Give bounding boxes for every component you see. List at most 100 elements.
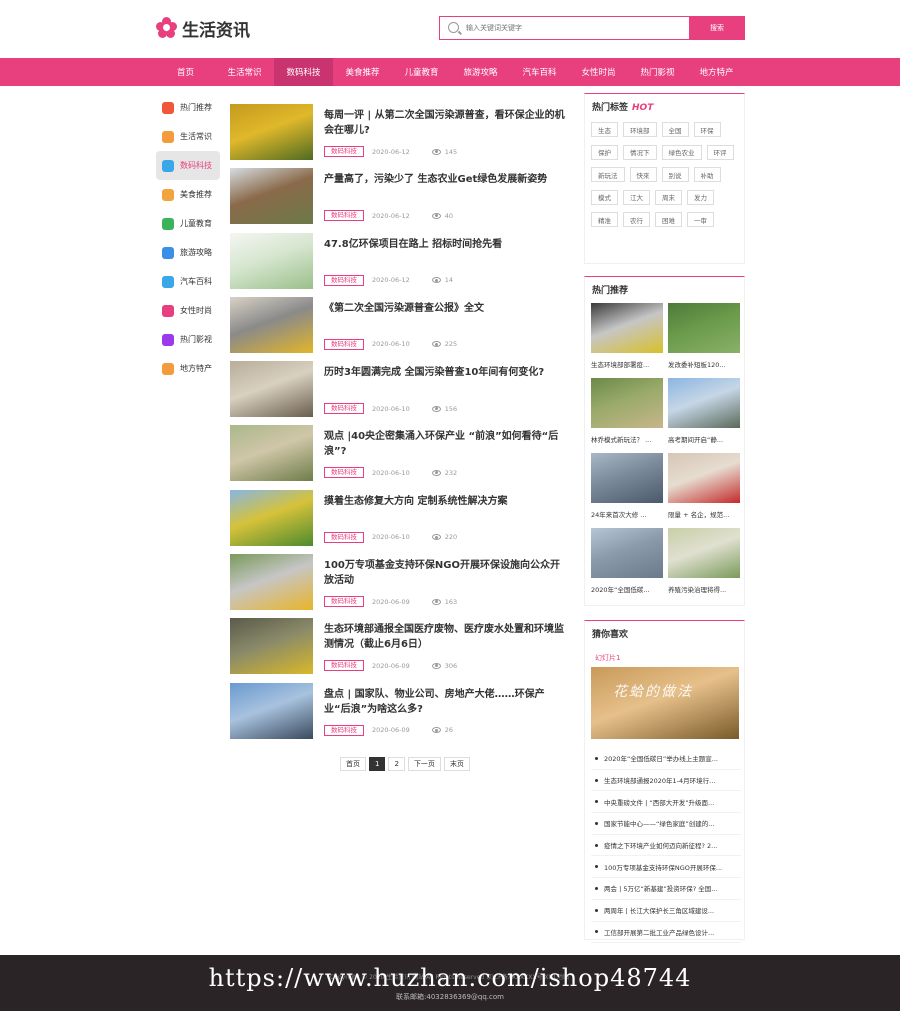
article-tag[interactable]: 数码科技 — [324, 596, 364, 608]
article-title[interactable]: 生态环境部通报全国医疗废物、医疗废水处置和环境监测情况（截止6月6日） — [324, 622, 568, 652]
sidebar-item-4[interactable]: 儿童教育 — [156, 209, 220, 238]
hot-recommend-item[interactable]: 限量 + 名企，规范... — [668, 453, 740, 528]
sidebar-item-1[interactable]: 生活常识 — [156, 122, 220, 151]
sidebar-item-5[interactable]: 旅游攻略 — [156, 238, 220, 267]
article-thumbnail[interactable] — [230, 425, 313, 482]
hot-recommend-item[interactable]: 24年来首次大修 ... — [591, 453, 663, 528]
guess-list-item[interactable]: 疫情之下环境产业如何迈向新征程? 2... — [591, 835, 741, 857]
tag-button[interactable]: 绿色农业 — [661, 144, 702, 160]
article-title[interactable]: 47.8亿环保项目在路上 招标时间抢先看 — [324, 237, 568, 252]
hot-recommend-caption[interactable]: 限量 + 名企，规范... — [668, 509, 740, 519]
search-input[interactable] — [466, 20, 686, 36]
page-2-button[interactable]: 2 — [388, 757, 405, 771]
slide-image[interactable]: 花蛤的做法 — [591, 667, 739, 739]
article-tag[interactable]: 数码科技 — [324, 274, 364, 286]
article-tag[interactable]: 数码科技 — [324, 724, 364, 736]
hot-recommend-thumbnail[interactable] — [668, 303, 740, 353]
tag-button[interactable]: 生态 — [591, 122, 618, 137]
hot-recommend-thumbnail[interactable] — [591, 303, 663, 353]
article-item[interactable]: 观点 |40央企密集涌入环保产业 “前浪”如何看待“后浪”? 数码科技 2020-0… — [230, 425, 570, 489]
article-thumbnail[interactable] — [230, 618, 313, 675]
article-item[interactable]: 100万专项基金支持环保NGO开展环保设施向公众开放活动 数码科技 2020-06-… — [230, 554, 570, 618]
guess-list-item[interactable]: 100万专项基金支持环保NGO开展环保... — [591, 856, 741, 879]
nav-item-0[interactable]: 首页 — [156, 58, 215, 86]
tag-button[interactable]: 江大 — [623, 189, 650, 205]
tag-button[interactable]: 快來 — [629, 167, 657, 182]
article-thumbnail[interactable] — [230, 489, 313, 546]
article-thumbnail[interactable] — [230, 168, 313, 225]
nav-item-1[interactable]: 生活常识 — [215, 58, 274, 86]
article-thumbnail[interactable] — [230, 232, 313, 289]
nav-item-8[interactable]: 热门影视 — [628, 58, 687, 86]
article-title[interactable]: 摸着生态修复大方向 定制系统性解决方案 — [324, 494, 568, 509]
tag-button[interactable]: 环保 — [693, 122, 721, 137]
next-page-button[interactable]: 下一页 — [407, 757, 441, 771]
article-tag[interactable]: 数码科技 — [324, 146, 364, 157]
hot-recommend-item[interactable]: 养殖污染治理将得... — [668, 528, 740, 603]
tag-button[interactable]: 一审 — [687, 212, 714, 227]
hot-recommend-thumbnail[interactable] — [668, 378, 740, 428]
hot-recommend-caption[interactable]: 高考期间开启“静... — [668, 434, 740, 444]
sidebar-item-7[interactable]: 女性时尚 — [156, 296, 220, 325]
page-1-button[interactable]: 1 — [369, 757, 386, 771]
site-logo[interactable]: 生活资讯 — [156, 14, 250, 42]
tag-button[interactable]: 环评 — [706, 144, 734, 160]
article-item[interactable]: 47.8亿环保项目在路上 招标时间抢先看 数码科技 2020-06-12 14 — [230, 232, 570, 297]
guess-list-item[interactable]: 两会 | 5万亿“新基建”投资环保? 全国... — [591, 878, 741, 900]
tag-button[interactable]: 情况下 — [623, 144, 657, 160]
hot-recommend-caption[interactable]: 养殖污染治理将得... — [668, 584, 740, 594]
sidebar-item-9[interactable]: 地方特产 — [156, 354, 220, 383]
hot-recommend-thumbnail[interactable] — [591, 528, 663, 578]
hot-recommend-item[interactable]: 生态环境部部署疫... — [591, 303, 663, 378]
article-title[interactable]: 观点 |40央企密集涌入环保产业 “前浪”如何看待“后浪”? — [324, 429, 568, 459]
article-thumbnail[interactable] — [230, 361, 313, 418]
article-item[interactable]: 盘点 | 国家队、物业公司、房地产大佬……环保产业“后浪”为啥这么多? 数码科技 2… — [230, 682, 570, 747]
tag-button[interactable]: 保护 — [591, 144, 618, 160]
hot-recommend-thumbnail[interactable] — [591, 453, 663, 503]
hot-recommend-caption[interactable]: 2020年“全国低碳... — [591, 584, 663, 594]
nav-item-2[interactable]: 数码科技 — [274, 58, 333, 86]
article-item[interactable]: 摸着生态修复大方向 定制系统性解决方案 数码科技 2020-06-10 220 — [230, 489, 570, 554]
tag-button[interactable]: 别说 — [661, 167, 689, 182]
nav-item-4[interactable]: 儿童教育 — [392, 58, 451, 86]
hot-recommend-caption[interactable]: 发改委补短板120... — [668, 359, 740, 369]
article-item[interactable]: 历时3年圆满完成 全国污染普查10年间有何变化? 数码科技 2020-06-10 15… — [230, 361, 570, 425]
tag-button[interactable]: 全国 — [661, 122, 689, 137]
article-title[interactable]: 盘点 | 国家队、物业公司、房地产大佬……环保产业“后浪”为啥这么多? — [324, 687, 568, 717]
nav-item-7[interactable]: 女性时尚 — [569, 58, 628, 86]
last-page-button[interactable]: 末页 — [443, 757, 470, 771]
hot-recommend-item[interactable]: 高考期间开启“静... — [668, 378, 740, 453]
hot-recommend-item[interactable]: 林乔模式新玩法？ ... — [591, 378, 663, 453]
guess-list-item[interactable]: 2020年“全国低碳日”举办线上主题宣... — [591, 748, 741, 770]
article-title[interactable]: 《第二次全国污染源普查公报》全文 — [324, 301, 568, 316]
article-tag[interactable]: 数码科技 — [324, 467, 364, 479]
tag-button[interactable]: 精准 — [591, 212, 618, 227]
nav-item-5[interactable]: 旅游攻略 — [451, 58, 510, 86]
article-item[interactable]: 产量高了，污染少了 生态农业Get绿色发展新姿势 数码科技 2020-06-12 40 — [230, 168, 570, 232]
guess-list-item[interactable]: 国家节能中心——“绿色家庭”创建的... — [591, 813, 741, 835]
search-button[interactable]: 搜索 — [689, 16, 745, 40]
tag-button[interactable]: 模式 — [591, 189, 618, 205]
nav-item-9[interactable]: 地方特产 — [687, 58, 746, 86]
guess-list-item[interactable]: 两周年 | 长江大保护长三角区域建设... — [591, 900, 741, 922]
sidebar-item-2[interactable]: 数码科技 — [156, 151, 220, 180]
hot-recommend-thumbnail[interactable] — [668, 453, 740, 503]
sidebar-item-0[interactable]: 热门推荐 — [156, 93, 220, 122]
article-item[interactable]: 《第二次全国污染源普查公报》全文 数码科技 2020-06-10 225 — [230, 296, 570, 361]
tag-button[interactable]: 环境部 — [623, 122, 657, 137]
guess-list-item[interactable]: 工信部开展第二批工业产品绿色设计... — [591, 922, 741, 944]
article-item[interactable]: 生态环境部通报全国医疗废物、医疗废水处置和环境监测情况（截止6月6日） 数码科技 2… — [230, 618, 570, 682]
article-thumbnail[interactable] — [230, 296, 313, 353]
article-thumbnail[interactable] — [230, 104, 313, 160]
guess-list-item[interactable]: 中央重磅文件 | “西部大开发”升级面... — [591, 791, 741, 814]
nav-item-6[interactable]: 汽车百科 — [510, 58, 569, 86]
article-title[interactable]: 100万专项基金支持环保NGO开展环保设施向公众开放活动 — [324, 558, 568, 588]
first-page-button[interactable]: 首页 — [340, 757, 366, 771]
article-tag[interactable]: 数码科技 — [324, 210, 364, 222]
tag-button[interactable]: 补助 — [693, 167, 721, 182]
hot-recommend-caption[interactable]: 24年来首次大修 ... — [591, 509, 663, 519]
article-title[interactable]: 产量高了，污染少了 生态农业Get绿色发展新姿势 — [324, 172, 568, 187]
hot-recommend-item[interactable]: 发改委补短板120... — [668, 303, 740, 378]
article-title[interactable]: 历时3年圆满完成 全国污染普查10年间有何变化? — [324, 365, 568, 380]
article-tag[interactable]: 数码科技 — [324, 531, 364, 543]
